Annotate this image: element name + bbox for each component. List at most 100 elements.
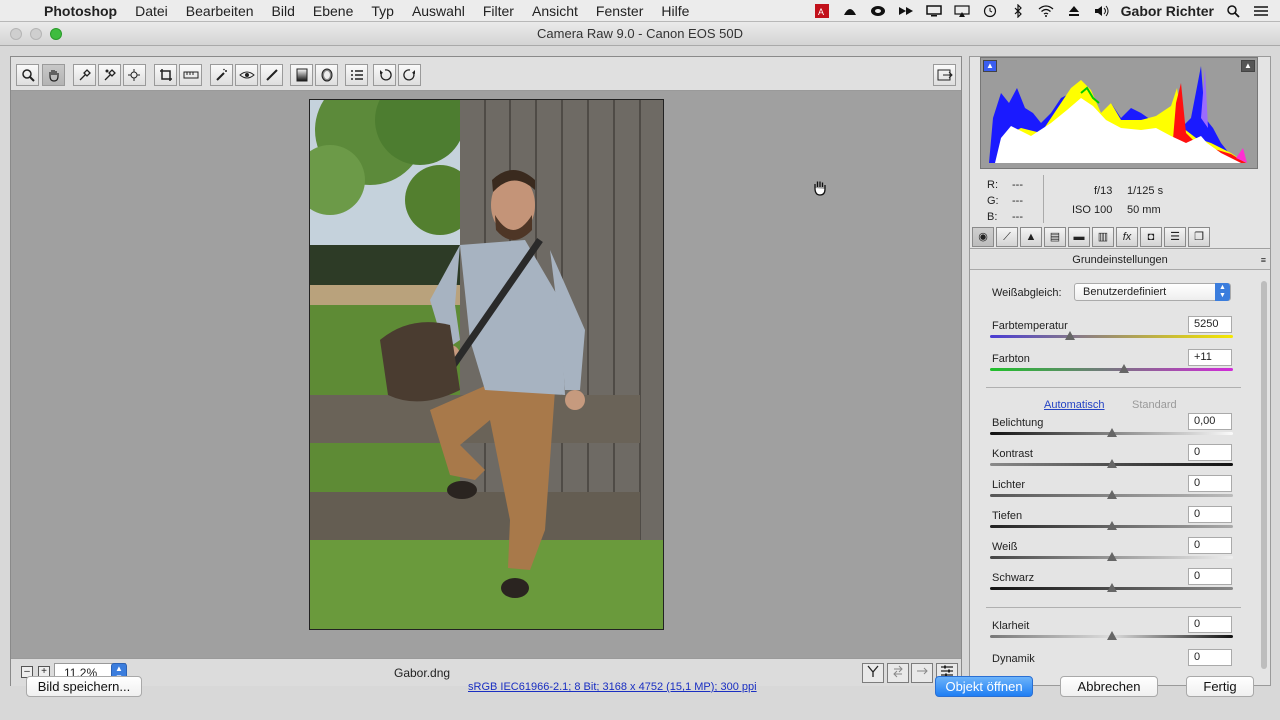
whites-slider-thumb[interactable] — [1106, 552, 1117, 561]
time-machine-icon[interactable] — [981, 4, 999, 18]
adjustments-panel: ▲ ▲ R: --- G: --- B: --- f/13 1/125 s IS… — [969, 56, 1271, 686]
tab-presets-icon[interactable]: ☰ — [1164, 227, 1186, 247]
tab-snapshots-icon[interactable]: ❐ — [1188, 227, 1210, 247]
cancel-button[interactable]: Abbrechen — [1060, 676, 1158, 697]
forward-icon[interactable] — [897, 4, 915, 18]
close-button[interactable] — [10, 28, 22, 40]
highlight-clipping-toggle[interactable]: ▲ — [1241, 60, 1255, 72]
targeted-adjustment-tool-icon[interactable] — [123, 64, 146, 86]
panel-scrollbar[interactable] — [1260, 271, 1268, 685]
spotlight-search-icon[interactable] — [1224, 4, 1242, 18]
open-object-button[interactable]: Objekt öffnen — [935, 676, 1033, 697]
panel-scroll-thumb[interactable] — [1261, 281, 1267, 669]
menu-hilfe[interactable]: Hilfe — [652, 3, 698, 19]
window-title: Camera Raw 9.0 - Canon EOS 50D — [537, 26, 743, 41]
image-canvas[interactable] — [11, 91, 961, 658]
whites-slider[interactable] — [990, 552, 1233, 561]
blacks-slider-thumb[interactable] — [1106, 583, 1117, 592]
creative-cloud-icon[interactable] — [869, 4, 887, 18]
menu-fenster[interactable]: Fenster — [587, 3, 652, 19]
tab-detail-icon[interactable]: ▲ — [1020, 227, 1042, 247]
zoom-tool-icon[interactable] — [16, 64, 39, 86]
adjustment-brush-icon[interactable] — [260, 64, 283, 86]
menu-ebene[interactable]: Ebene — [304, 3, 362, 19]
tint-slider-thumb[interactable] — [1118, 364, 1129, 373]
contrast-value[interactable]: 0 — [1188, 444, 1232, 461]
notification-center-icon[interactable] — [1252, 4, 1270, 18]
tint-slider[interactable] — [990, 364, 1233, 373]
dialog-button-bar: Bild speichern... sRGB IEC61966-2.1; 8 B… — [0, 670, 1280, 720]
temperature-slider-thumb[interactable] — [1065, 331, 1076, 340]
clarity-value[interactable]: 0 — [1188, 616, 1232, 633]
save-image-button[interactable]: Bild speichern... — [26, 676, 142, 697]
zoom-button[interactable] — [50, 28, 62, 40]
red-eye-tool-icon[interactable] — [235, 64, 258, 86]
radial-filter-icon[interactable] — [315, 64, 338, 86]
monitor-icon[interactable] — [925, 4, 943, 18]
shadows-slider-thumb[interactable] — [1106, 521, 1117, 530]
vibrance-value[interactable]: 0 — [1188, 649, 1232, 666]
done-button[interactable]: Fertig — [1186, 676, 1254, 697]
shadow-clipping-toggle[interactable]: ▲ — [983, 60, 997, 72]
section-menu-icon[interactable]: ≡ — [1261, 250, 1266, 270]
shadows-slider[interactable] — [990, 521, 1233, 530]
temperature-slider[interactable] — [990, 331, 1233, 340]
blacks-slider[interactable] — [990, 583, 1233, 592]
workflow-options-link[interactable]: sRGB IEC61966-2.1; 8 Bit; 3168 x 4752 (1… — [468, 681, 757, 693]
volume-icon[interactable] — [1093, 4, 1111, 18]
exposure-slider[interactable] — [990, 428, 1233, 437]
rotate-right-icon[interactable] — [398, 64, 421, 86]
tab-camera-calibration-icon[interactable]: ◘ — [1140, 227, 1162, 247]
bluetooth-icon[interactable] — [1009, 4, 1027, 18]
user-name[interactable]: Gabor Richter — [1121, 3, 1214, 19]
tab-hsl-icon[interactable]: ▤ — [1044, 227, 1066, 247]
hand-tool-icon[interactable] — [42, 64, 65, 86]
tab-basic-icon[interactable]: ◉ — [972, 227, 994, 247]
toggle-fullscreen-icon[interactable] — [933, 64, 956, 86]
spot-removal-tool-icon[interactable] — [210, 64, 233, 86]
auto-link[interactable]: Automatisch — [1044, 399, 1105, 411]
tab-split-toning-icon[interactable]: ▬ — [1068, 227, 1090, 247]
minimize-button[interactable] — [30, 28, 42, 40]
menu-typ[interactable]: Typ — [362, 3, 403, 19]
menu-filter[interactable]: Filter — [474, 3, 523, 19]
preferences-list-icon[interactable] — [345, 64, 368, 86]
eject-icon[interactable] — [1065, 4, 1083, 18]
shadows-value[interactable]: 0 — [1188, 506, 1232, 523]
adobe-icon[interactable]: A — [813, 4, 831, 18]
hat-icon[interactable] — [841, 4, 859, 18]
highlights-slider-thumb[interactable] — [1106, 490, 1117, 499]
tab-effects-icon[interactable]: fx — [1116, 227, 1138, 247]
wifi-icon[interactable] — [1037, 4, 1055, 18]
menu-bearbeiten[interactable]: Bearbeiten — [177, 3, 263, 19]
crop-tool-icon[interactable] — [154, 64, 177, 86]
highlights-slider[interactable] — [990, 490, 1233, 499]
contrast-slider-thumb[interactable] — [1106, 459, 1117, 468]
exposure-value[interactable]: 0,00 — [1188, 413, 1232, 430]
tab-tone-curve-icon[interactable]: ⟋ — [996, 227, 1018, 247]
photo-preview[interactable] — [309, 99, 664, 630]
whites-value[interactable]: 0 — [1188, 537, 1232, 554]
white-balance-tool-icon[interactable] — [73, 64, 96, 86]
default-link[interactable]: Standard — [1132, 399, 1177, 411]
menu-datei[interactable]: Datei — [126, 3, 177, 19]
white-balance-select[interactable]: Benutzerdefiniert ▲ ▼ — [1074, 283, 1231, 301]
menu-bild[interactable]: Bild — [263, 3, 304, 19]
highlights-value[interactable]: 0 — [1188, 475, 1232, 492]
tint-value[interactable]: +11 — [1188, 349, 1232, 366]
menu-ansicht[interactable]: Ansicht — [523, 3, 587, 19]
menu-app-name[interactable]: Photoshop — [40, 3, 126, 19]
airplay-icon[interactable] — [953, 4, 971, 18]
menu-auswahl[interactable]: Auswahl — [403, 3, 474, 19]
clarity-slider[interactable] — [990, 631, 1233, 640]
clarity-slider-thumb[interactable] — [1106, 631, 1117, 640]
tab-lens-corrections-icon[interactable]: ▥ — [1092, 227, 1114, 247]
graduated-filter-icon[interactable] — [290, 64, 313, 86]
straighten-tool-icon[interactable] — [179, 64, 202, 86]
temperature-value[interactable]: 5250 — [1188, 316, 1232, 333]
color-sampler-tool-icon[interactable] — [98, 64, 121, 86]
blacks-value[interactable]: 0 — [1188, 568, 1232, 585]
contrast-slider[interactable] — [990, 459, 1233, 468]
rotate-left-icon[interactable] — [373, 64, 396, 86]
exposure-slider-thumb[interactable] — [1106, 428, 1117, 437]
